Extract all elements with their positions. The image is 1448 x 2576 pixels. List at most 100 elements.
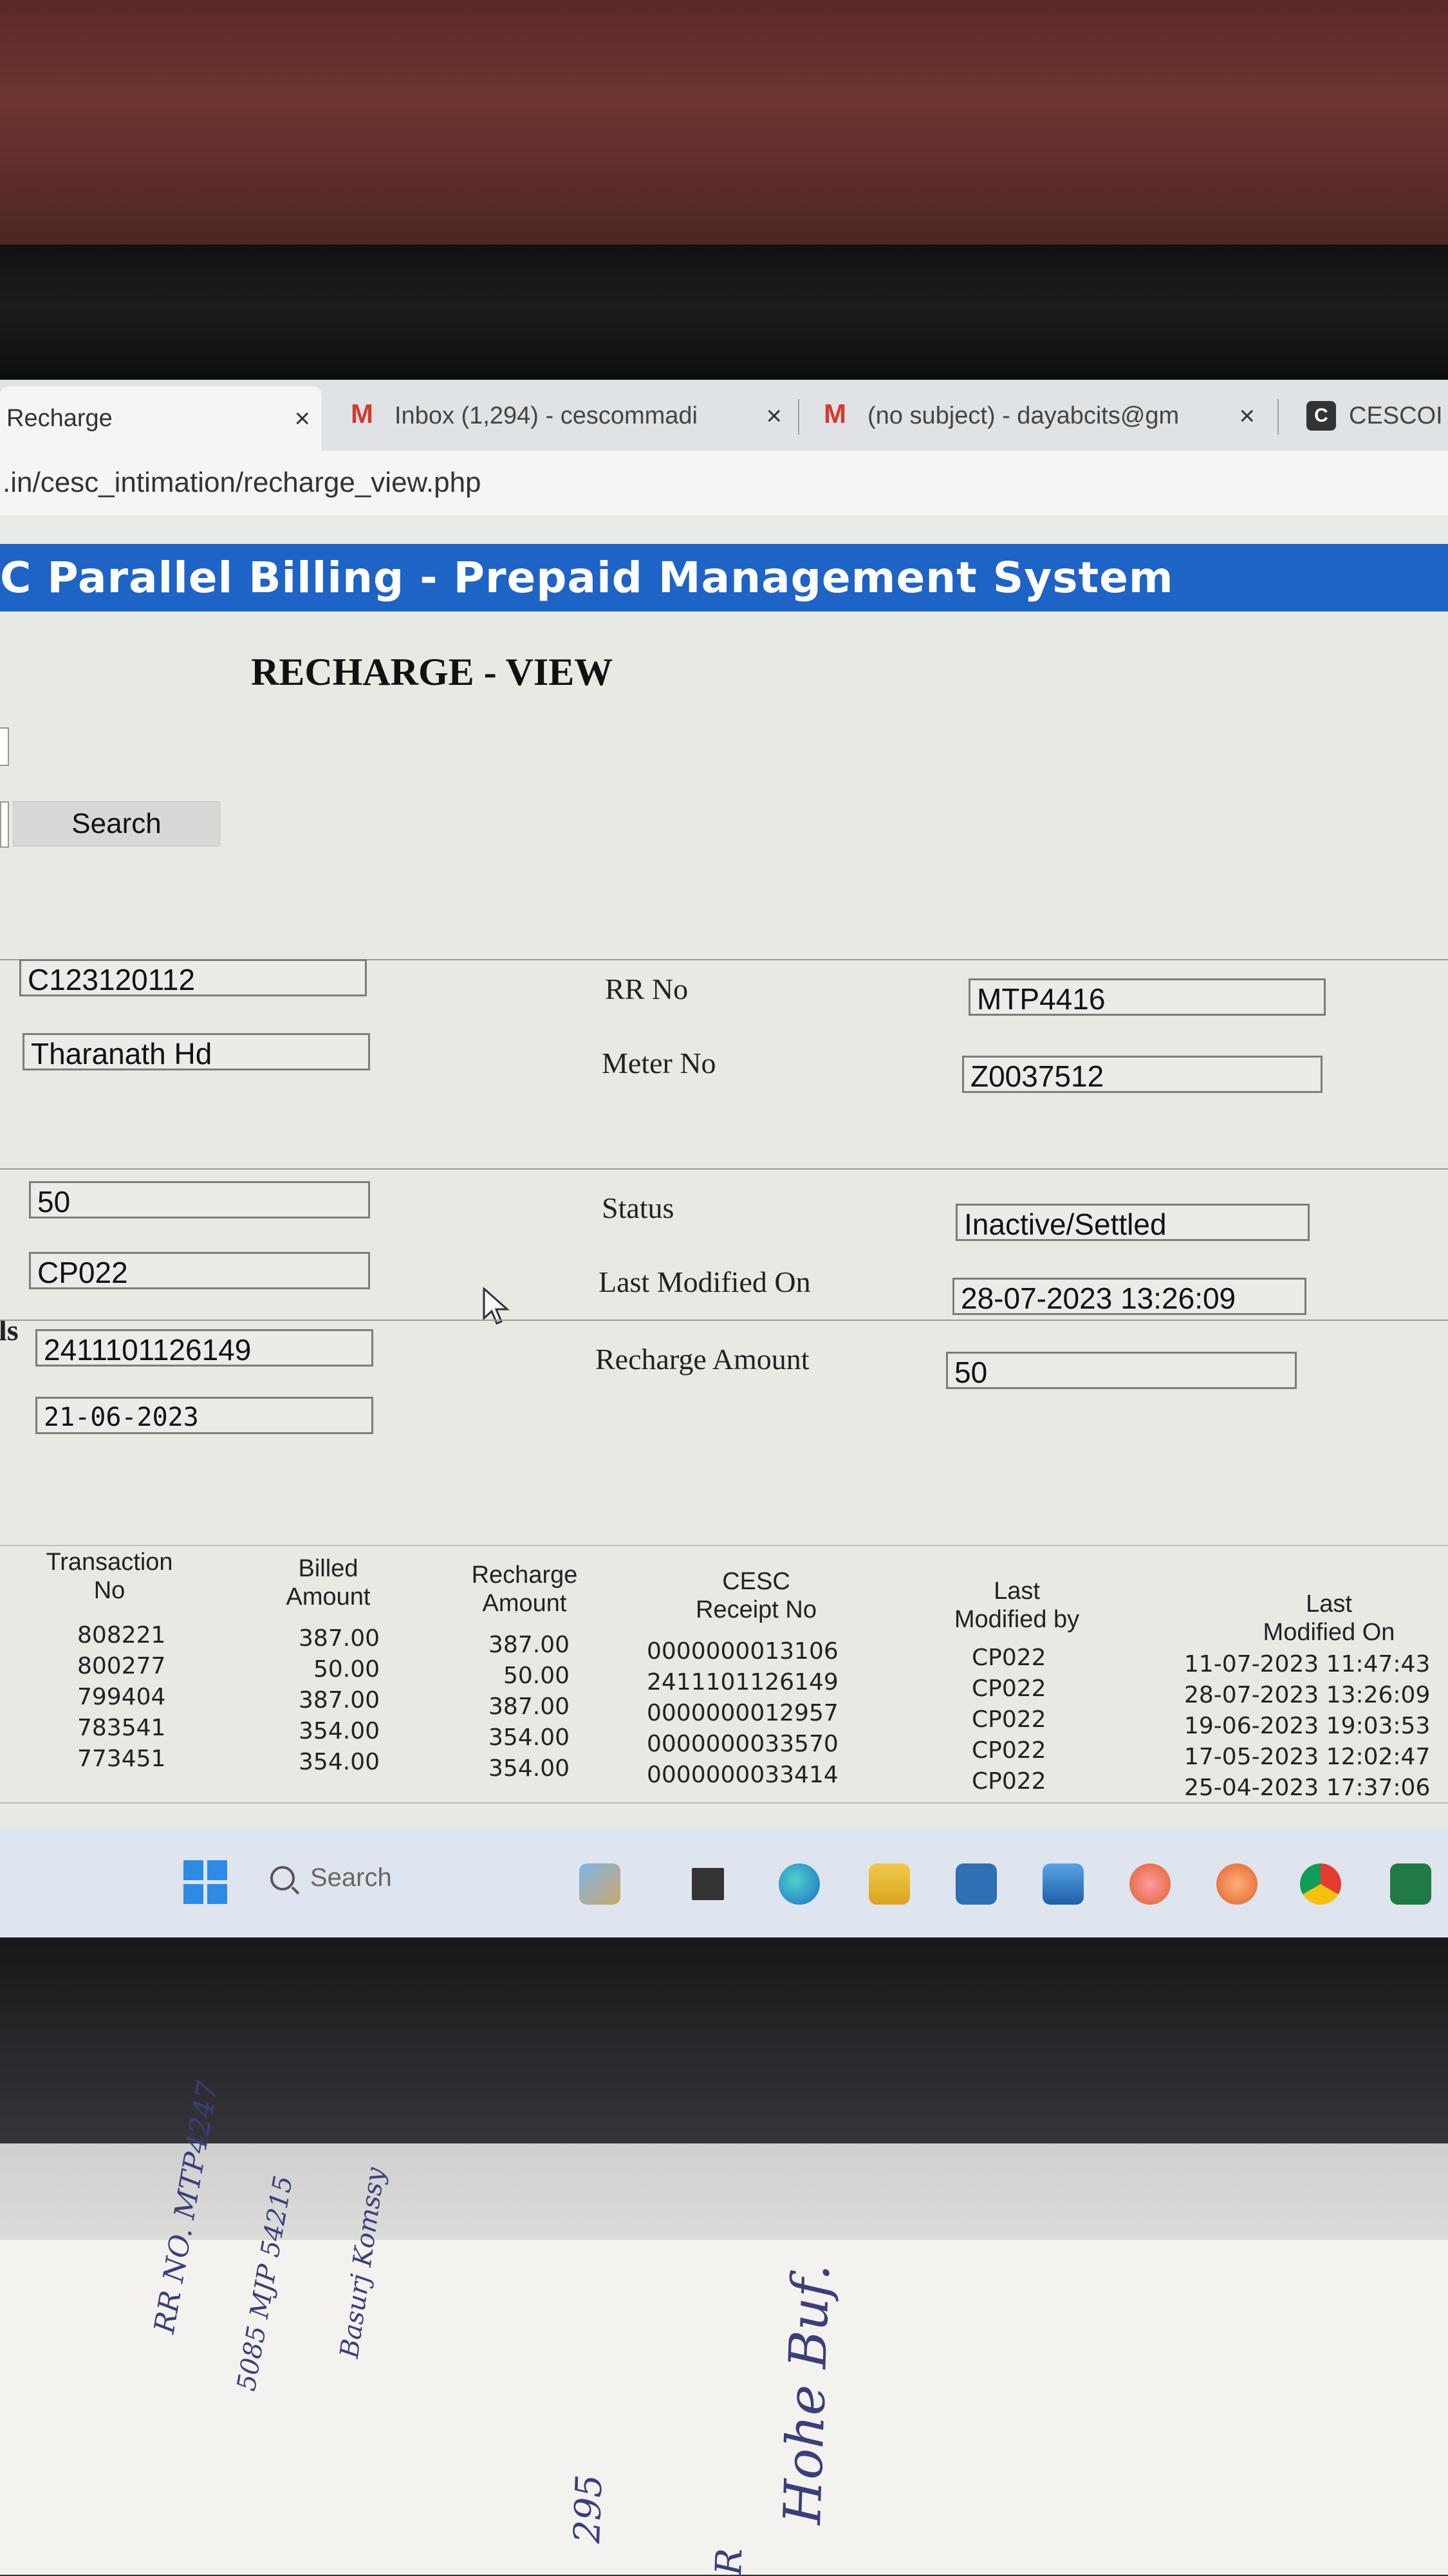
gmail-icon bbox=[824, 398, 853, 429]
cell-modified-on: 11-07-2023 11:47:43 bbox=[1184, 1651, 1431, 1677]
cell-modified-by: CP022 bbox=[972, 1706, 1046, 1733]
app-body: RECHARGE - VIEW Search C123120112 RR No … bbox=[0, 611, 1448, 1886]
header-recharge-amount: Recharge Amount bbox=[460, 1561, 589, 1618]
tab-separator bbox=[1277, 399, 1279, 434]
table-bottom-border bbox=[0, 1802, 1448, 1804]
cell-modified-by: CP022 bbox=[972, 1737, 1046, 1764]
gmail-icon bbox=[351, 398, 380, 429]
cell-modified-by: CP022 bbox=[972, 1645, 1046, 1671]
cell-receipt-no: 0000000033570 bbox=[647, 1731, 839, 1757]
cell-modified-by: CP022 bbox=[972, 1768, 1046, 1795]
file-explorer-icon[interactable] bbox=[869, 1863, 910, 1905]
header-line: Amount bbox=[286, 1583, 371, 1610]
cell-recharge-amount: 50.00 bbox=[503, 1663, 570, 1689]
meter-no-label: Meter No bbox=[602, 1047, 716, 1079]
amount-field[interactable]: 50 bbox=[29, 1181, 370, 1218]
search-input-edge[interactable] bbox=[0, 801, 9, 848]
cell-billed-amount: 354.00 bbox=[299, 1718, 380, 1744]
background-wall bbox=[0, 0, 1448, 257]
status-label: Status bbox=[602, 1191, 674, 1224]
tab-gmail-inbox[interactable]: Inbox (1,294) - cescommadi × bbox=[351, 390, 795, 442]
header-cesc-receipt-no: CESC Receipt No bbox=[676, 1567, 837, 1624]
close-icon[interactable]: × bbox=[1239, 400, 1255, 431]
search-input[interactable] bbox=[0, 727, 9, 766]
tab-cesc[interactable]: C CESCOI bbox=[1306, 390, 1448, 442]
cell-transaction-no: 799404 bbox=[77, 1684, 166, 1710]
cell-modified-on: 25-04-2023 17:37:06 bbox=[1184, 1775, 1431, 1801]
section-divider bbox=[0, 1168, 1448, 1170]
browser-tab-bar: Recharge × Inbox (1,294) - cescommadi × … bbox=[0, 380, 1448, 451]
cell-receipt-no: 2411101126149 bbox=[647, 1669, 839, 1695]
header-line: Last bbox=[994, 1578, 1040, 1605]
cell-billed-amount: 387.00 bbox=[299, 1687, 380, 1713]
mail-icon[interactable] bbox=[1043, 1863, 1084, 1905]
taskbar-search[interactable]: Search bbox=[270, 1863, 392, 1892]
store-icon[interactable] bbox=[956, 1863, 997, 1905]
cesc-favicon-icon: C bbox=[1306, 401, 1336, 431]
excel-icon[interactable] bbox=[1390, 1863, 1431, 1905]
cell-modified-on: 28-07-2023 13:26:09 bbox=[1184, 1682, 1431, 1708]
header-billed-amount: Billed Amount bbox=[270, 1554, 386, 1611]
rr-no-field[interactable]: MTP4416 bbox=[969, 978, 1326, 1016]
consumer-name-field[interactable]: Tharanath Hd bbox=[23, 1033, 370, 1070]
widgets-icon[interactable] bbox=[579, 1863, 620, 1905]
header-line: Recharge bbox=[471, 1562, 578, 1589]
task-view-icon[interactable] bbox=[692, 1868, 724, 1900]
header-last-modified-on: Last Modified On bbox=[1236, 1590, 1422, 1647]
search-button[interactable]: Search bbox=[13, 801, 220, 846]
header-line: Modified On bbox=[1263, 1619, 1395, 1646]
cell-modified-by: CP022 bbox=[972, 1675, 1046, 1702]
windows-taskbar: Search bbox=[0, 1828, 1448, 1937]
cell-recharge-amount: 354.00 bbox=[488, 1755, 570, 1782]
recharge-date-field[interactable]: 21-06-2023 bbox=[35, 1397, 373, 1434]
header-line: Last bbox=[1306, 1591, 1352, 1618]
header-line: No bbox=[93, 1577, 125, 1604]
tab-title: Inbox (1,294) - cescommadi bbox=[394, 402, 698, 429]
firefox-icon[interactable] bbox=[1129, 1863, 1171, 1905]
handwritten-note: Hohe Buf. bbox=[772, 2263, 842, 2526]
cell-billed-amount: 387.00 bbox=[299, 1625, 380, 1652]
status-field[interactable]: Inactive/Settled bbox=[956, 1204, 1310, 1241]
account-id-field[interactable]: C123120112 bbox=[19, 959, 367, 996]
operator-code-field[interactable]: CP022 bbox=[29, 1252, 370, 1289]
meter-no-field[interactable]: Z0037512 bbox=[962, 1056, 1323, 1093]
last-modified-field[interactable]: 28-07-2023 13:26:09 bbox=[952, 1278, 1306, 1315]
section-heading: ls bbox=[0, 1314, 19, 1347]
handwritten-note: 295 bbox=[566, 2474, 611, 2544]
cell-receipt-no: 0000000033414 bbox=[647, 1762, 839, 1788]
chrome-icon[interactable] bbox=[1300, 1863, 1341, 1905]
cell-recharge-amount: 354.00 bbox=[488, 1724, 570, 1751]
recharge-amount-field[interactable]: 50 bbox=[946, 1352, 1297, 1389]
header-line: Receipt No bbox=[696, 1596, 817, 1623]
cell-billed-amount: 50.00 bbox=[313, 1656, 380, 1683]
header-line: Modified by bbox=[954, 1606, 1080, 1633]
close-icon[interactable]: × bbox=[766, 400, 782, 431]
rr-no-label: RR No bbox=[605, 973, 689, 1005]
cell-modified-on: 19-06-2023 19:03:53 bbox=[1184, 1713, 1431, 1739]
edge-icon[interactable] bbox=[779, 1863, 820, 1905]
app-header-title: C Parallel Billing - Prepaid Management … bbox=[0, 544, 1448, 611]
tab-separator bbox=[798, 399, 799, 434]
last-modified-label: Last Modified On bbox=[599, 1265, 811, 1298]
tab-recharge[interactable]: Recharge × bbox=[0, 386, 322, 451]
firefox-icon[interactable] bbox=[1216, 1863, 1258, 1905]
cell-transaction-no: 800277 bbox=[77, 1653, 166, 1679]
header-line: Amount bbox=[482, 1590, 567, 1617]
close-icon[interactable]: × bbox=[294, 403, 310, 434]
cell-receipt-no: 0000000013106 bbox=[647, 1638, 839, 1665]
header-transaction-no: Transaction No bbox=[26, 1548, 193, 1605]
monitor-screen: Recharge × Inbox (1,294) - cescommadi × … bbox=[0, 380, 1448, 1937]
address-bar[interactable]: .in/cesc_intimation/recharge_view.php bbox=[0, 451, 1448, 515]
cell-transaction-no: 783541 bbox=[77, 1715, 166, 1741]
cell-transaction-no: 808221 bbox=[77, 1622, 166, 1648]
recharge-amount-label: Recharge Amount bbox=[595, 1343, 810, 1376]
cell-billed-amount: 354.00 bbox=[299, 1749, 380, 1775]
receipt-no-field[interactable]: 2411101126149 bbox=[35, 1329, 373, 1367]
tab-gmail-no-subject[interactable]: (no subject) - dayabcits@gm × bbox=[824, 390, 1268, 442]
cell-modified-on: 17-05-2023 12:02:47 bbox=[1184, 1744, 1431, 1770]
start-icon[interactable] bbox=[183, 1860, 227, 1904]
cell-transaction-no: 773451 bbox=[77, 1746, 166, 1772]
cell-recharge-amount: 387.00 bbox=[488, 1694, 570, 1720]
taskbar-search-label: Search bbox=[310, 1863, 392, 1892]
header-line: CESC bbox=[722, 1568, 790, 1595]
